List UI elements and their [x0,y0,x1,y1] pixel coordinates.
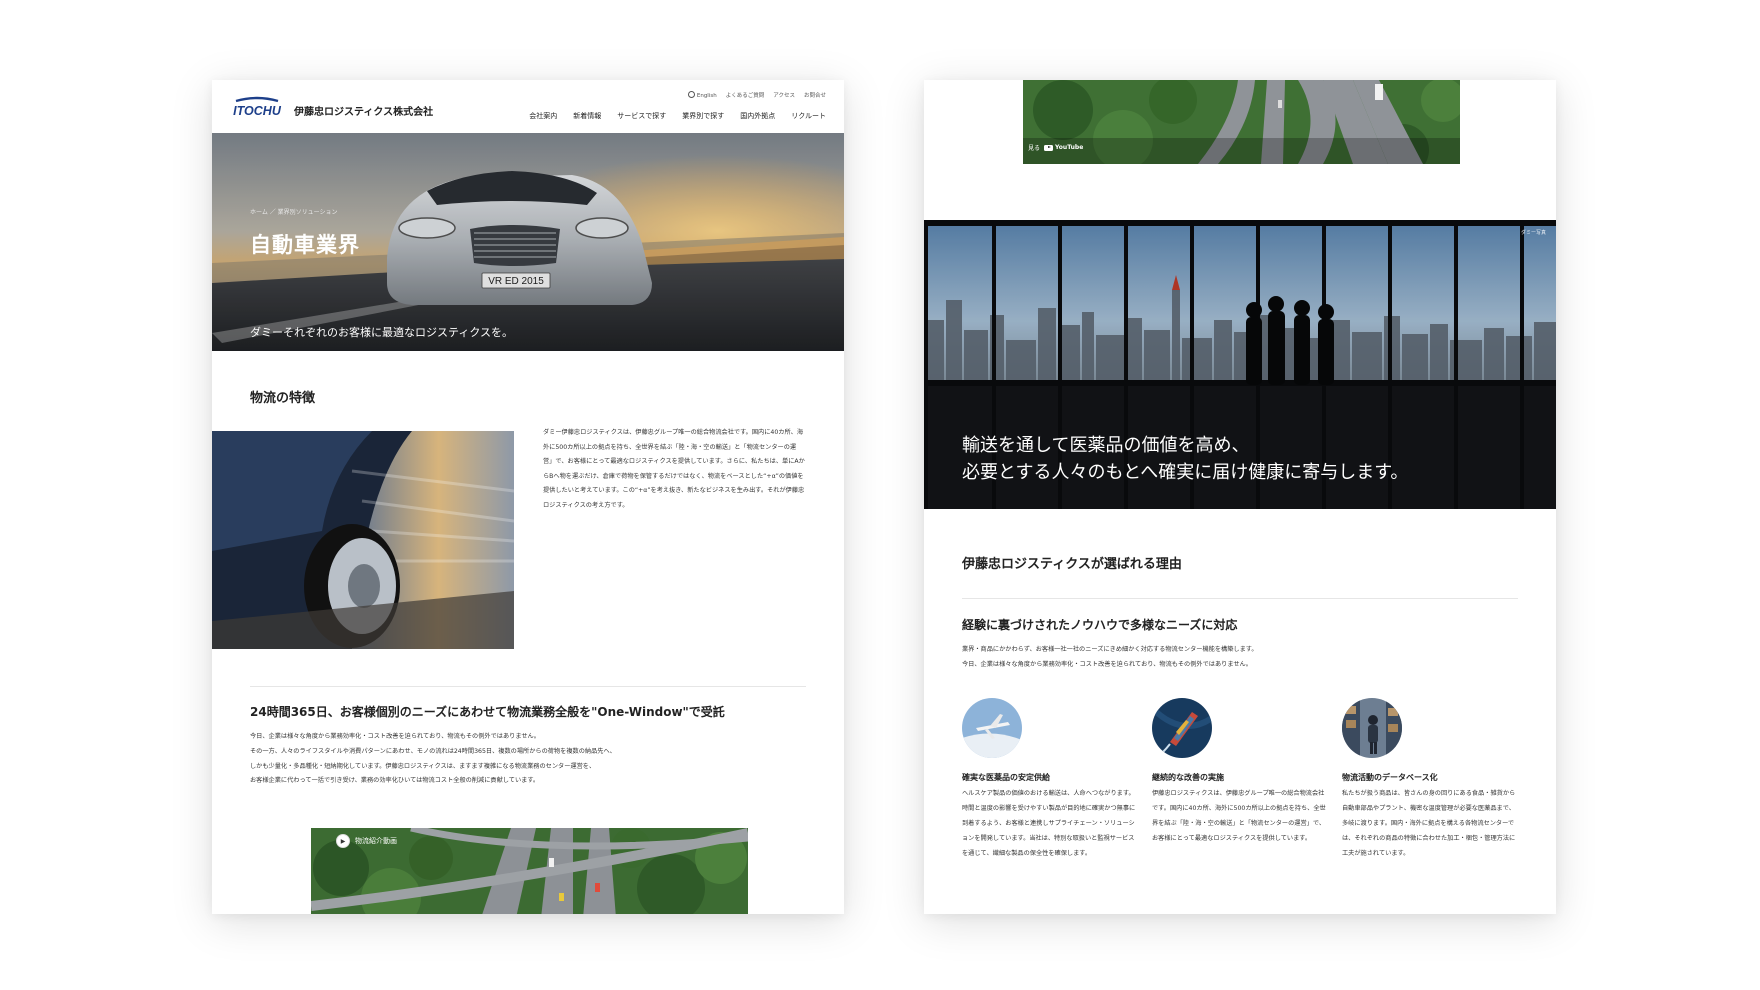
feature-text-stable-supply: ヘルスケア製品の価値のおける輸送は、人命へつながります。時間と温度の影響を受けや… [962,790,1136,857]
page-automotive: ITOCHU 伊藤忠ロジスティクス株式会社 English よくあるご質問 アク… [212,80,844,914]
youtube-logo: YouTube [1044,144,1083,151]
cargo-ship-icon [1152,698,1212,758]
feature-text-database: 私たちが扱う商品は、皆さんの身の回りにある食品・雑貨から自動車部品やプラント、機… [1342,790,1516,857]
nav-industries[interactable]: 業界別で探す [682,111,724,121]
section-divider [250,686,806,687]
contact-link[interactable]: お問合せ [804,91,826,99]
feature-text-continuous-improvement: 伊藤忠ロジスティクスは、伊藤忠グループ唯一の総合物流会社です。国内に40カ所、海… [1152,790,1326,842]
feature-title-stable-supply: 確実な医薬品の安定供給 [962,773,1050,782]
airplane-icon [962,698,1022,758]
dummy-photo-label: ダミー写真 [1520,230,1546,236]
section-title-one-window: 24時間365日、お客様個別のニーズにあわせて物流業務全般を"One-Windo… [250,705,725,719]
itochu-logo[interactable]: ITOCHU [232,96,282,118]
utility-nav: English よくあるご質問 アクセス お問合せ [687,91,826,99]
hero-subtitle: ダミーそれぞれのお客様に最適なロジスティクスを。 [250,326,514,339]
video-label[interactable]: ▶ 物流紹介動画 [336,834,397,848]
youtube-icon [1044,144,1054,151]
warehouse-worker-icon [1342,698,1402,758]
feature-title-continuous-improvement: 継続的な改善の実施 [1152,773,1224,782]
youtube-watch-link[interactable]: 見る YouTube [1028,143,1083,152]
section-title-logistics-features: 物流の特徴 [250,391,316,406]
nav-services[interactable]: サービスで探す [617,111,666,121]
nav-locations[interactable]: 国内外拠点 [740,111,775,121]
svg-text:ITOCHU: ITOCHU [233,104,282,118]
play-icon[interactable]: ▶ [336,834,350,848]
nav-recruit[interactable]: リクルート [791,111,826,121]
highway-video-thumbnail[interactable] [1023,80,1460,164]
language-link[interactable]: English [687,91,717,99]
section-subtitle-know-how: 経験に裏づけされたノウハウで多様なニーズに対応 [962,618,1238,632]
nav-news[interactable]: 新着情報 [573,111,601,121]
global-nav: 会社案内 新着情報 サービスで探す 業界別で探す 国内外拠点 リクルート [529,111,826,121]
page-title: 自動車業界 [250,233,360,257]
section-title-reasons: 伊藤忠ロジスティクスが選ばれる理由 [962,557,1182,572]
one-window-text: 今日、企業は様々な角度から業務効率化・コスト改善を迫られており、物流もその例外で… [250,733,616,785]
breadcrumb[interactable]: ホーム ／ 業界別ソリューション [250,207,338,216]
page-pharma: 見る YouTube ダミー写真 輸送を通して医薬品の価値を高め、 必要とする人… [924,80,1556,914]
section-divider [962,598,1518,599]
hero-banner: VR ED 2015 ホーム ／ 業界別ソリューション 自動車業界 ダミーそれぞ… [212,133,844,351]
nav-company[interactable]: 会社案内 [529,111,557,121]
car-wheel-photo [212,431,514,649]
site-header: ITOCHU 伊藤忠ロジスティクス株式会社 English よくあるご質問 アク… [212,80,844,133]
access-link[interactable]: アクセス [773,91,795,99]
faq-link[interactable]: よくあるご質問 [726,91,765,99]
logistics-features-text: ダミー伊藤忠ロジスティクスは、伊藤忠グループ唯一の総合物流会社です。国内に40カ… [543,429,805,509]
reasons-text: 業界・商品にかかわらず、お客様一社一社のニーズにきめ細かく対応する物流センター機… [962,646,1258,668]
globe-icon [687,91,695,98]
feature-title-database: 物流活動のデータベース化 [1342,773,1438,782]
city-caption: 輸送を通して医薬品の価値を高め、 必要とする人々のもとへ確実に届け健康に寄与しま… [962,435,1409,483]
company-name[interactable]: 伊藤忠ロジスティクス株式会社 [294,103,433,118]
